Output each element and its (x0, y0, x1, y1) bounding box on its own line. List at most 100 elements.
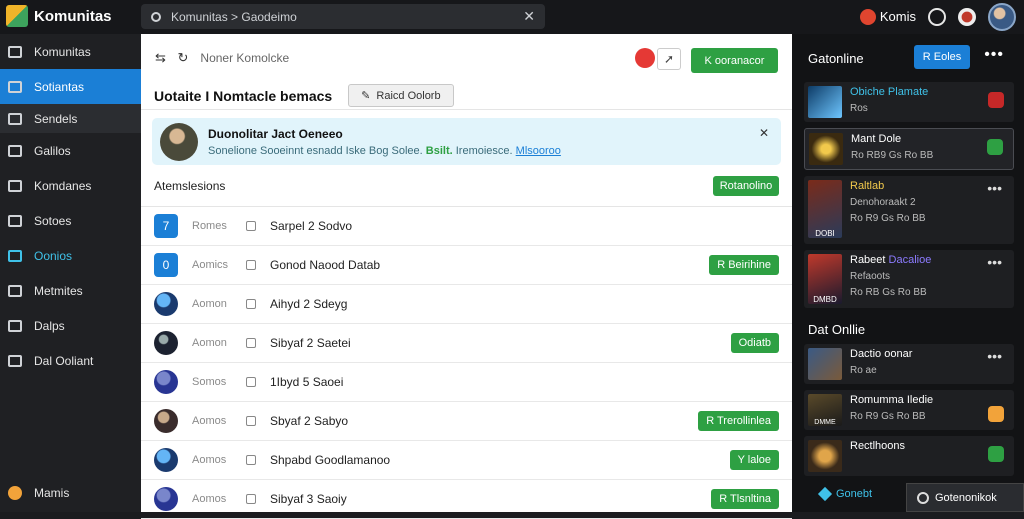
row-action-button[interactable]: Odiatb (730, 333, 779, 353)
table-row[interactable]: Aomos Shpabd Goodlamanoo Y laloe (141, 441, 792, 480)
document-icon (8, 284, 22, 297)
search-input[interactable]: Komunitas > Gaodeimo ✕ (141, 4, 545, 29)
page-title: Uotaite I Nomtacle bemacs (154, 87, 333, 104)
game-thumbnail: DOBI (808, 180, 842, 238)
pin-icon: ✎ (361, 90, 371, 102)
heart-icon[interactable] (635, 48, 655, 68)
row-action-button[interactable]: R Tlsnltina (711, 489, 779, 509)
sidebar-item-dalps[interactable]: Dalps (0, 308, 141, 343)
window-icon (8, 214, 22, 227)
badge-icon (988, 446, 1004, 462)
member-list: 7 Romes Sarpel 2 Sodvo 0 Aomics Gonod Naood … (141, 207, 792, 519)
status-icon (859, 9, 876, 26)
sidebar: Komunitas Sotiantas Sendels Galilos Komd… (0, 34, 141, 512)
avatar (154, 331, 178, 355)
title-row: Uotaite I Nomtacle bemacs ✎ Raicd Oolorb (141, 82, 792, 110)
row-badge-icon: 0 (154, 253, 178, 277)
online-chip[interactable]: Gonebt (817, 486, 872, 502)
table-row[interactable]: Somos 1Ibyd 5 Saoei (141, 363, 792, 402)
section-title: Atemslesions (154, 178, 226, 193)
sidebar-item-komunitas[interactable]: Komunitas (0, 34, 141, 69)
tag-icon (246, 455, 256, 465)
avatar[interactable] (988, 3, 1016, 31)
sidebar-bottom-user[interactable]: Mamis (8, 486, 69, 500)
table-row[interactable]: 0 Aomics Gonod Naood Datab R Beirihine (141, 246, 792, 285)
right-panel: Gatonline R Eoles ••• Obiche Plamate Ros … (792, 34, 1024, 512)
table-row[interactable]: 7 Romes Sarpel 2 Sodvo (141, 207, 792, 246)
notification-icon[interactable] (958, 8, 976, 26)
book-icon (8, 179, 22, 192)
list-item[interactable]: DOBI Raltlab Denohoraakt 2 Ro R9 Gs Ro BB … (804, 176, 1014, 244)
secondary-button[interactable]: ✎ Raicd Oolorb (348, 84, 454, 107)
more-icon[interactable]: ••• (987, 180, 1002, 196)
list-item[interactable]: DMME Romumma Iledie Ro R9 Gs Ro BB (804, 390, 1014, 430)
sidebar-item-oonios[interactable]: Oonios (0, 238, 141, 273)
sidebar-item-metmites[interactable]: Metmites (0, 273, 141, 308)
table-row[interactable]: Aomos Sbyaf 2 Sabyo R Trerollinlea (141, 402, 792, 441)
top-right-actions: Komis (859, 3, 1016, 31)
breadcrumb: Noner Komolcke (200, 51, 290, 65)
list-item[interactable]: Rectlhoons (804, 436, 1014, 476)
search-icon (151, 11, 161, 22)
more-icon[interactable]: ••• (987, 348, 1002, 364)
avatar (154, 409, 178, 433)
info-banner: Duonolitar Jact Oeneeo Sonelione Sooeinn… (152, 118, 781, 165)
sidebar-item-dal-ooliant[interactable]: Dal Ooliant (0, 343, 141, 378)
circle-icon (8, 144, 22, 157)
list-icon (8, 354, 22, 367)
list-item[interactable]: DMBD Rabeet Dacalioe Refaoots Ro RB Gs Ro … (804, 250, 1014, 308)
user-menu[interactable]: Komis (859, 9, 916, 26)
list-item[interactable]: Obiche Plamate Ros (804, 82, 1014, 122)
section-button[interactable]: Rotanolino (713, 175, 779, 196)
avatar (154, 448, 178, 472)
avatar (154, 370, 178, 394)
join-button[interactable]: K ooranacor (691, 48, 778, 73)
avatar (154, 292, 178, 316)
close-icon[interactable]: ✕ (759, 126, 769, 140)
sidebar-item-sotiantas[interactable]: Sotiantas (0, 69, 141, 104)
game-thumbnail: DMBD (808, 254, 842, 304)
table-row[interactable]: Aomon Aihyd 2 Sdeyg (141, 285, 792, 324)
sidebar-item-sendels[interactable]: Sendels (0, 104, 141, 133)
sidebar-item-galilos[interactable]: Galilos (0, 133, 141, 168)
main-panel: ⇆ ↻ Noner Komolcke ➚ K ooranacor Uotaite… (141, 34, 792, 519)
help-icon[interactable] (928, 8, 946, 26)
edit-button[interactable]: R Eoles (914, 45, 970, 69)
nav-arrows-icon[interactable]: ⇆ ↻ (155, 50, 192, 66)
close-icon[interactable]: ✕ (523, 8, 535, 25)
avatar (154, 487, 178, 511)
online-title: Gatonline (808, 50, 864, 66)
row-action-button[interactable]: Y laloe (729, 450, 779, 470)
app-logo[interactable]: Komunitas (6, 5, 112, 27)
table-row[interactable]: Aomon Sibyaf 2 Saetei Odiatb (141, 324, 792, 363)
banner-text: Sonelione Sooeinnt esnadd Iske Bog Solee… (208, 144, 561, 157)
list-item[interactable]: Mant Dole Ro RB9 Gs Ro BB (804, 128, 1014, 170)
banner-link[interactable]: Mlsooroo (516, 145, 561, 157)
badge-icon (988, 406, 1004, 422)
table-row[interactable]: Aomos Sibyaf 3 Saoiy R Tlsnltina (141, 480, 792, 519)
sidebar-item-sotoes[interactable]: Sotoes (0, 203, 141, 238)
top-bar: Komunitas Komunitas > Gaodeimo ✕ Komis (0, 0, 1024, 34)
tag-icon (246, 260, 256, 270)
row-action-button[interactable]: R Trerollinlea (698, 411, 779, 431)
share-button[interactable]: ➚ (657, 48, 681, 70)
banner-title: Duonolitar Jact Oeneeo (208, 126, 343, 141)
home-icon (8, 45, 22, 58)
tag-icon (246, 221, 256, 231)
row-action-button[interactable]: R Beirihine (709, 255, 779, 275)
app-name: Komunitas (34, 7, 112, 25)
more-icon[interactable]: ••• (984, 46, 1004, 64)
shield-icon (8, 319, 22, 332)
tag-icon (246, 377, 256, 387)
more-icon[interactable]: ••• (987, 254, 1002, 270)
sidebar-item-komdanes[interactable]: Komdanes (0, 168, 141, 203)
list-item[interactable]: Dactio oonar Ro ae ••• (804, 344, 1014, 384)
house-icon (8, 249, 22, 262)
tag-icon (246, 416, 256, 426)
row-badge-icon: 7 (154, 214, 178, 238)
tag-icon (246, 494, 256, 504)
online-header: Gatonline R Eoles ••• (792, 34, 1024, 82)
logo-icon (6, 5, 28, 27)
chat-toast[interactable]: Gotenonikok (906, 483, 1024, 512)
chat-icon (917, 491, 929, 504)
